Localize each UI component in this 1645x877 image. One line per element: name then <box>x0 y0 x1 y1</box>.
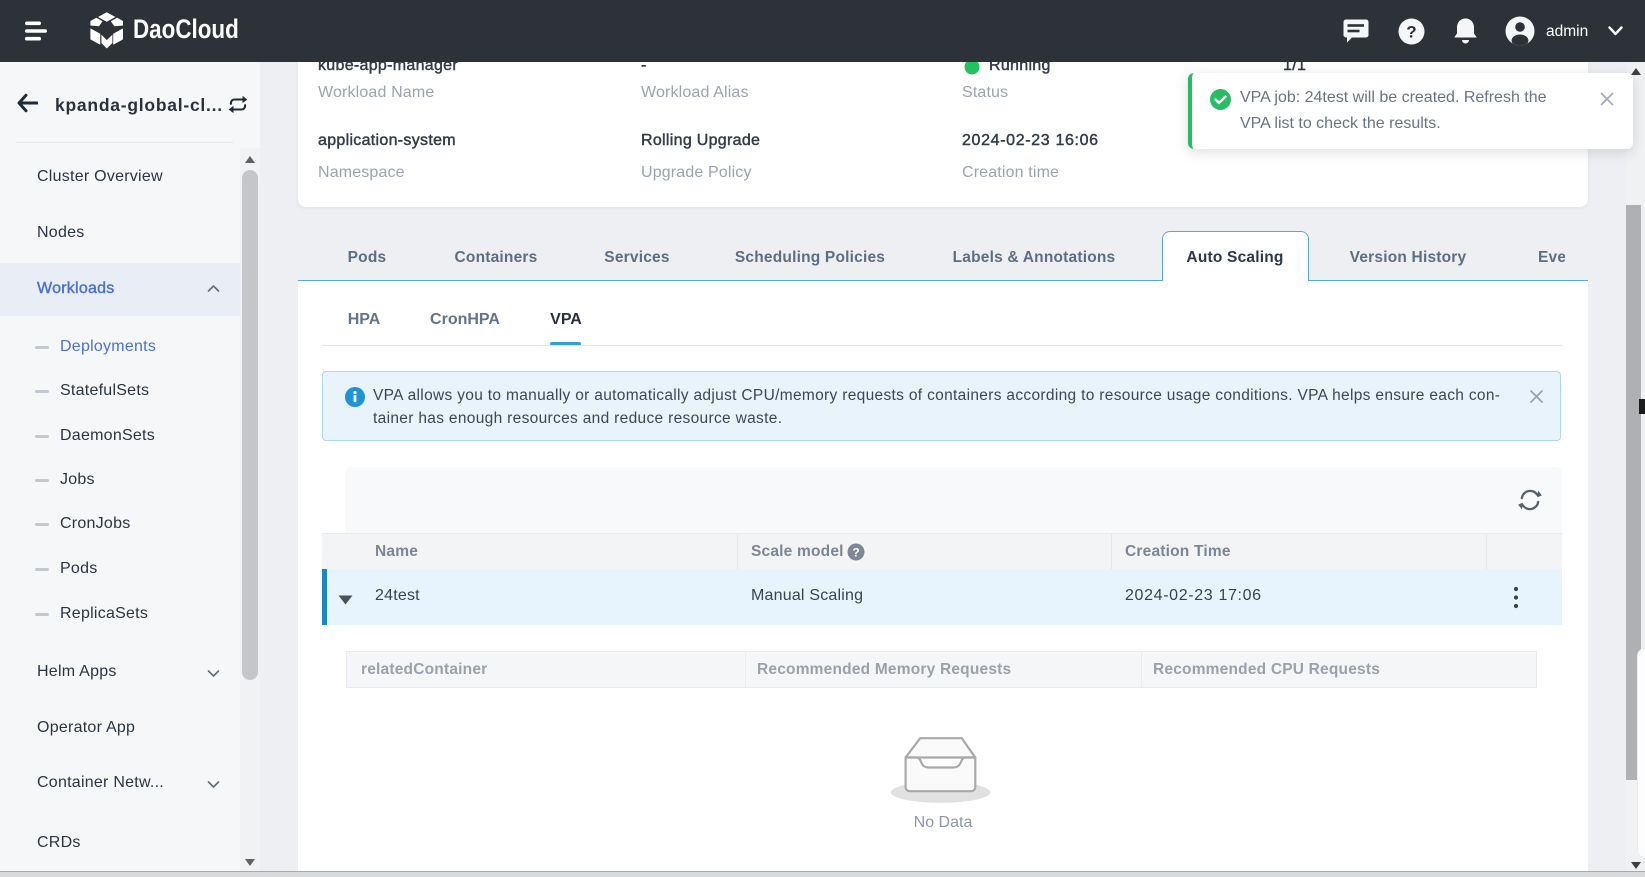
svg-text:?: ? <box>1406 23 1416 42</box>
svg-text:?: ? <box>852 545 859 559</box>
